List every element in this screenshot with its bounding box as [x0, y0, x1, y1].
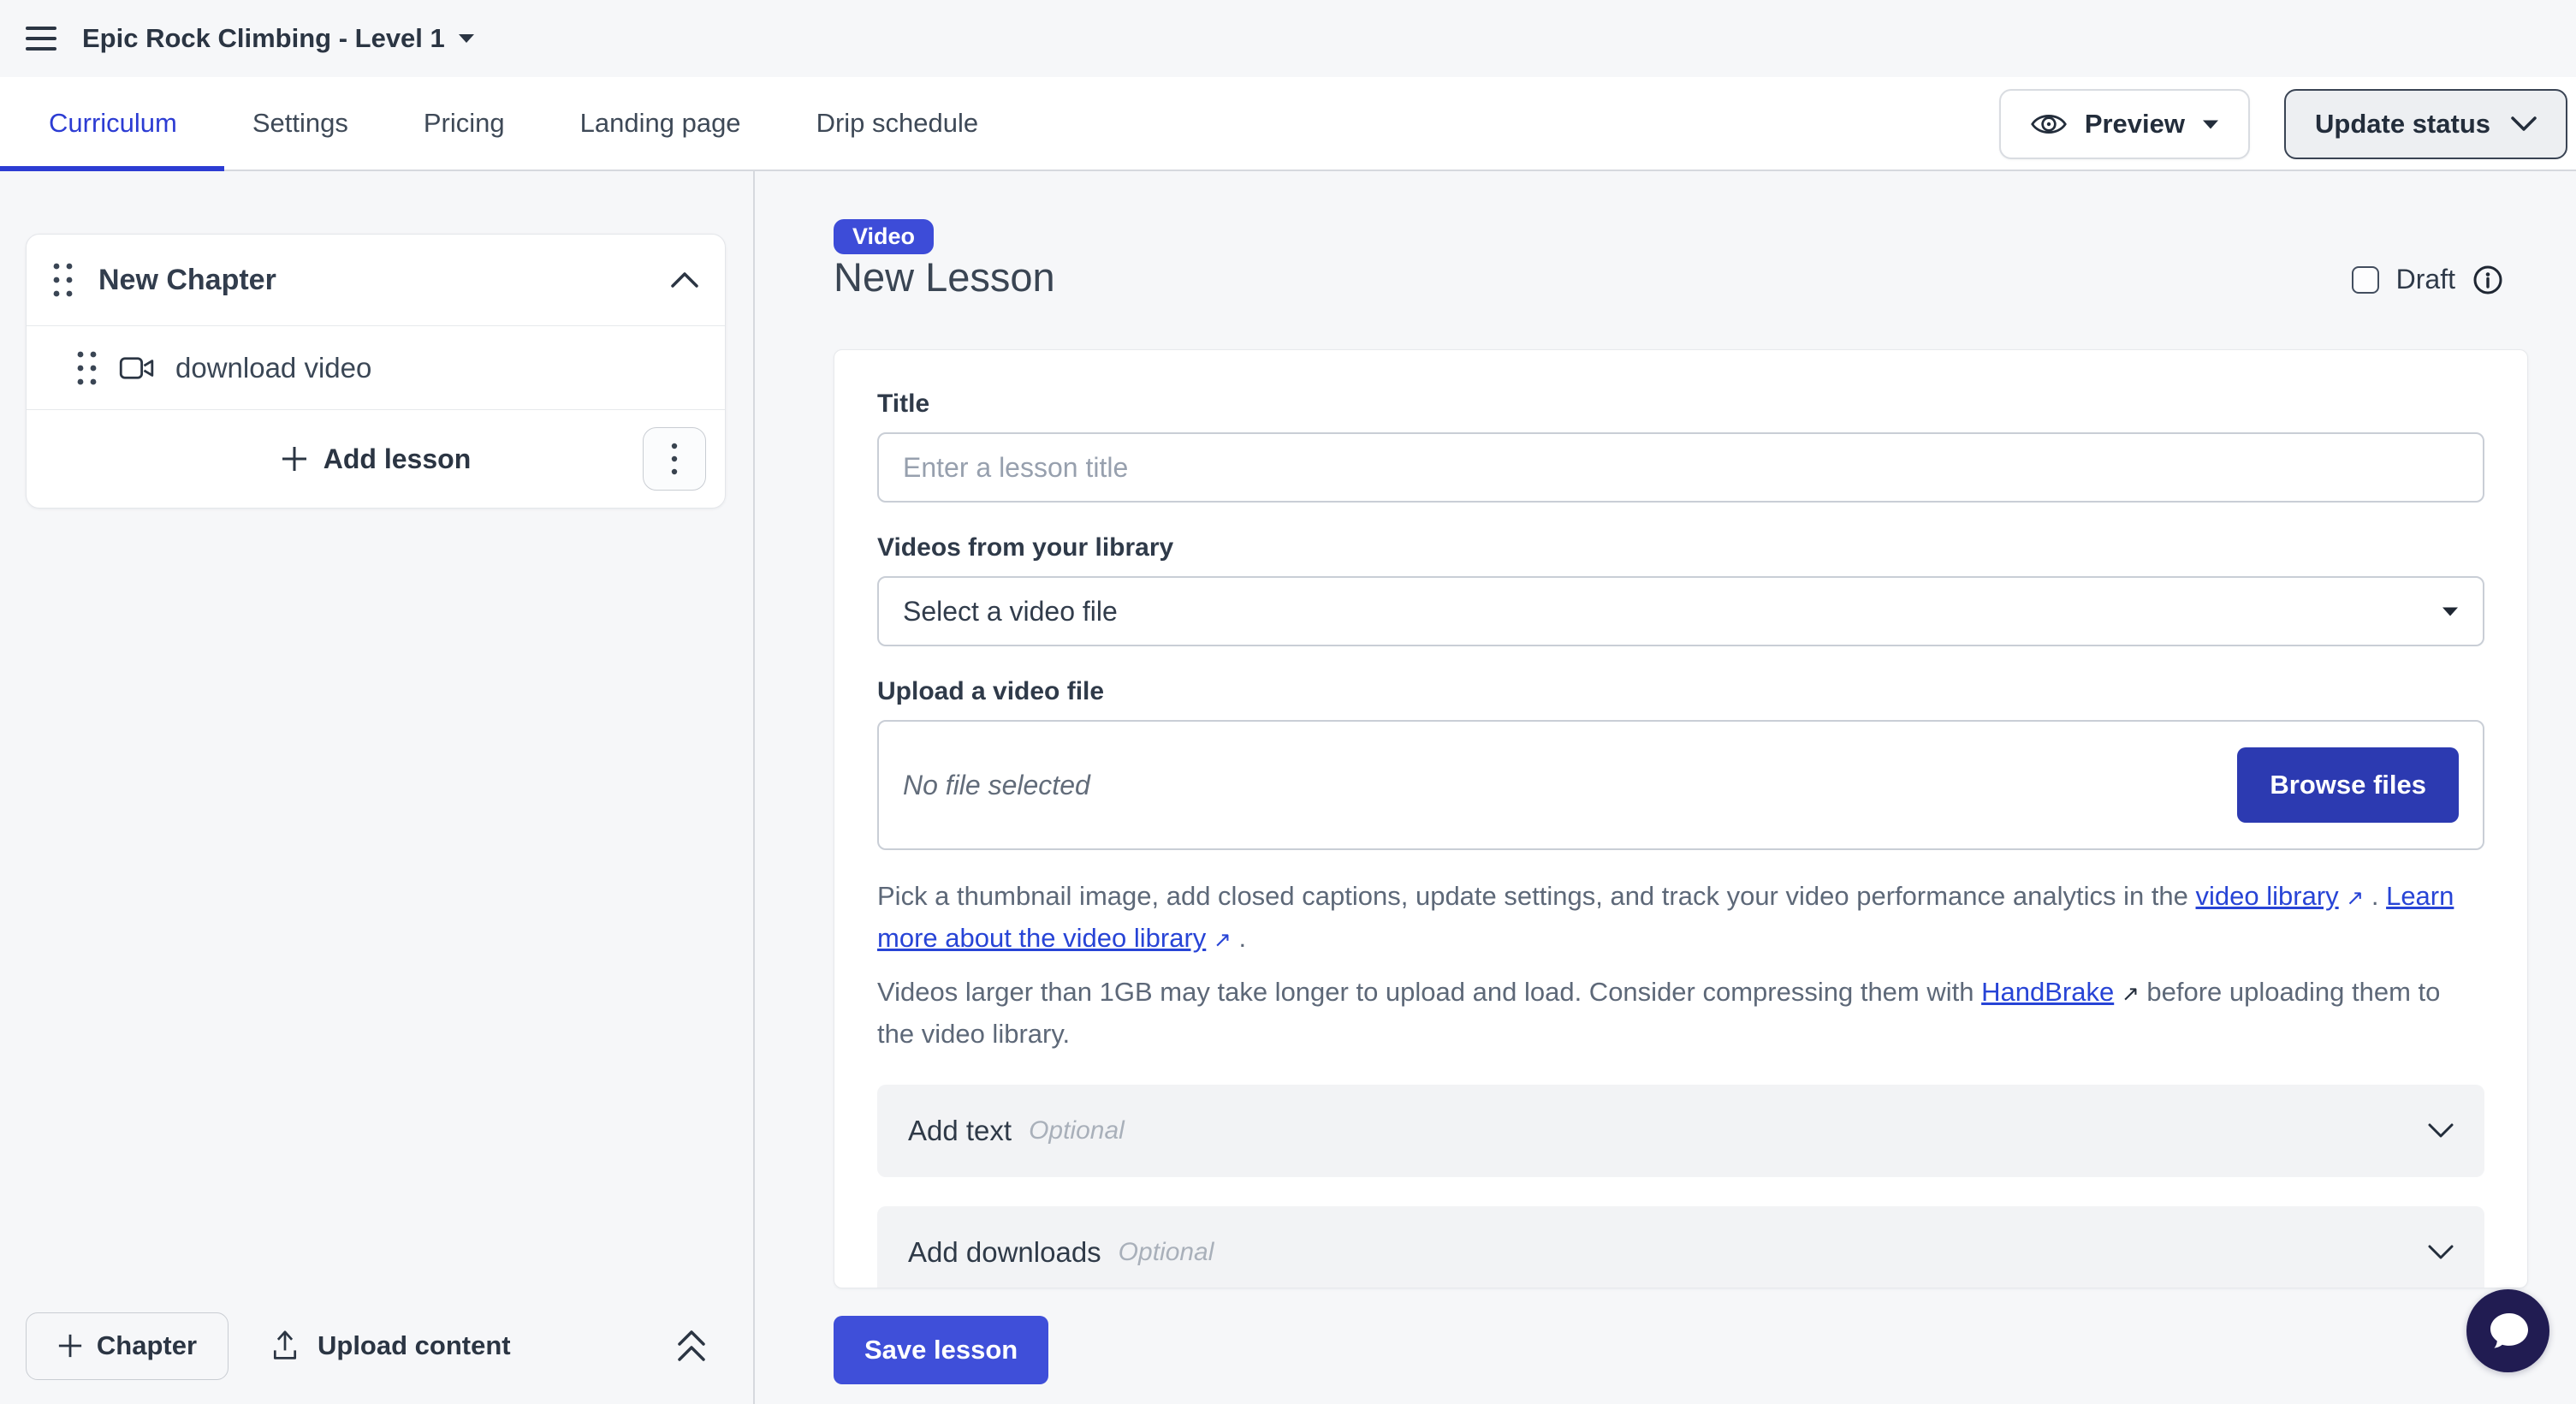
update-status-button[interactable]: Update status [2284, 89, 2567, 159]
help-text-segment: . [1232, 923, 1246, 953]
collapse-all-button[interactable] [677, 1329, 706, 1363]
course-title-dropdown[interactable]: Epic Rock Climbing - Level 1 [82, 23, 476, 54]
drag-handle-icon[interactable] [52, 261, 74, 299]
double-chevron-up-icon [677, 1329, 706, 1363]
upload-content-label: Upload content [318, 1330, 511, 1361]
update-status-label: Update status [2315, 109, 2490, 140]
video-library-help-text: Pick a thumbnail image, add closed capti… [877, 876, 2484, 960]
optional-label: Optional [1029, 1116, 1125, 1145]
eye-icon [2030, 110, 2068, 139]
video-library-link[interactable]: video library [2196, 881, 2339, 911]
external-link-arrow-icon: ↗ [1214, 924, 1232, 958]
lesson-row-download-video[interactable]: download video [27, 326, 725, 410]
course-title: Epic Rock Climbing - Level 1 [82, 23, 445, 54]
external-link-arrow-icon: ↗ [2346, 882, 2364, 916]
lesson-title: download video [175, 352, 371, 384]
hamburger-menu-icon[interactable] [26, 27, 56, 51]
select-caret-wrap [2442, 606, 2459, 617]
add-downloads-accordion[interactable]: Add downloads Optional [877, 1206, 2484, 1288]
help-text-segment: Videos larger than 1GB may take longer t… [877, 977, 1981, 1007]
add-text-accordion[interactable]: Add text Optional [877, 1085, 2484, 1177]
lesson-form-card: Title Videos from your library Select a … [834, 349, 2528, 1288]
video-camera-icon [119, 355, 155, 381]
add-chapter-button[interactable]: Chapter [26, 1312, 229, 1380]
add-downloads-label: Add downloads [908, 1236, 1101, 1269]
course-builder-screen: Epic Rock Climbing - Level 1 Curriculum … [0, 0, 2576, 1404]
info-icon[interactable] [2472, 265, 2503, 295]
tab-bar-actions: Preview Update status [1999, 77, 2567, 171]
handbrake-link[interactable]: HandBrake [1981, 977, 2114, 1007]
upload-field-label: Upload a video file [877, 677, 2484, 706]
file-upload-dropzone[interactable]: No file selected Browse files [877, 720, 2484, 850]
chevron-down-icon [2428, 1245, 2454, 1260]
top-bar: Epic Rock Climbing - Level 1 [0, 0, 2576, 77]
external-link-arrow-icon: ↗ [2122, 978, 2140, 1012]
upload-content-button[interactable]: Upload content [270, 1329, 511, 1363]
chapter-card: New Chapter download video [26, 234, 726, 509]
draft-label: Draft [2396, 264, 2455, 295]
chapter-options-button[interactable] [643, 427, 706, 491]
plus-icon [281, 445, 308, 473]
chevron-down-icon [2511, 116, 2537, 132]
page-title: New Lesson [834, 253, 1055, 300]
compression-help-text: Videos larger than 1GB may take longer t… [877, 972, 2484, 1056]
chevron-down-icon [2428, 1123, 2454, 1139]
plus-icon [57, 1333, 83, 1359]
drag-handle-icon[interactable] [76, 349, 98, 387]
kebab-menu-icon [671, 442, 678, 476]
tab-bar: Curriculum Settings Pricing Landing page… [0, 77, 2576, 171]
draft-toggle-group: Draft [2352, 264, 2503, 295]
chapter-header[interactable]: New Chapter [27, 235, 725, 326]
save-lesson-button[interactable]: Save lesson [834, 1316, 1048, 1384]
optional-label: Optional [1119, 1238, 1214, 1267]
add-chapter-label: Chapter [97, 1330, 197, 1361]
tab-drip-schedule[interactable]: Drip schedule [816, 108, 979, 139]
sidebar-footer: Chapter Upload content [26, 1312, 753, 1380]
lesson-editor-main: Video New Lesson Draft Title Videos from… [755, 171, 2576, 1404]
tab-curriculum[interactable]: Curriculum [49, 108, 177, 139]
add-lesson-label: Add lesson [323, 443, 471, 475]
help-text-segment: . [2364, 881, 2386, 911]
video-library-selected-value: Select a video file [903, 596, 1118, 628]
preview-button[interactable]: Preview [1999, 89, 2250, 159]
caret-down-icon [2442, 606, 2459, 617]
chevron-up-icon[interactable] [670, 271, 699, 289]
upload-icon [270, 1329, 300, 1363]
title-field-label: Title [877, 390, 2484, 419]
browse-files-button[interactable]: Browse files [2237, 747, 2459, 823]
tab-pricing[interactable]: Pricing [424, 108, 505, 139]
tab-landing-page[interactable]: Landing page [580, 108, 741, 139]
tab-settings[interactable]: Settings [252, 108, 348, 139]
caret-down-icon [2202, 119, 2219, 130]
preview-label: Preview [2085, 109, 2185, 140]
add-text-label: Add text [908, 1115, 1012, 1147]
no-file-selected-text: No file selected [903, 770, 1090, 801]
add-lesson-row: Add lesson [27, 410, 725, 508]
draft-checkbox[interactable] [2352, 266, 2379, 294]
video-library-select[interactable]: Select a video file [877, 576, 2484, 646]
add-lesson-button[interactable]: Add lesson [281, 443, 471, 475]
lesson-title-input[interactable] [877, 432, 2484, 503]
chat-launcher-button[interactable] [2466, 1289, 2549, 1372]
tab-list: Curriculum Settings Pricing Landing page… [49, 77, 978, 170]
caret-down-icon [457, 33, 476, 45]
library-field-label: Videos from your library [877, 533, 2484, 562]
chat-bubble-icon [2486, 1310, 2531, 1353]
lesson-type-badge: Video [834, 219, 934, 254]
curriculum-sidebar: New Chapter download video [0, 171, 755, 1404]
help-text-segment: Pick a thumbnail image, add closed capti… [877, 881, 2196, 911]
chapter-title: New Chapter [98, 264, 276, 297]
